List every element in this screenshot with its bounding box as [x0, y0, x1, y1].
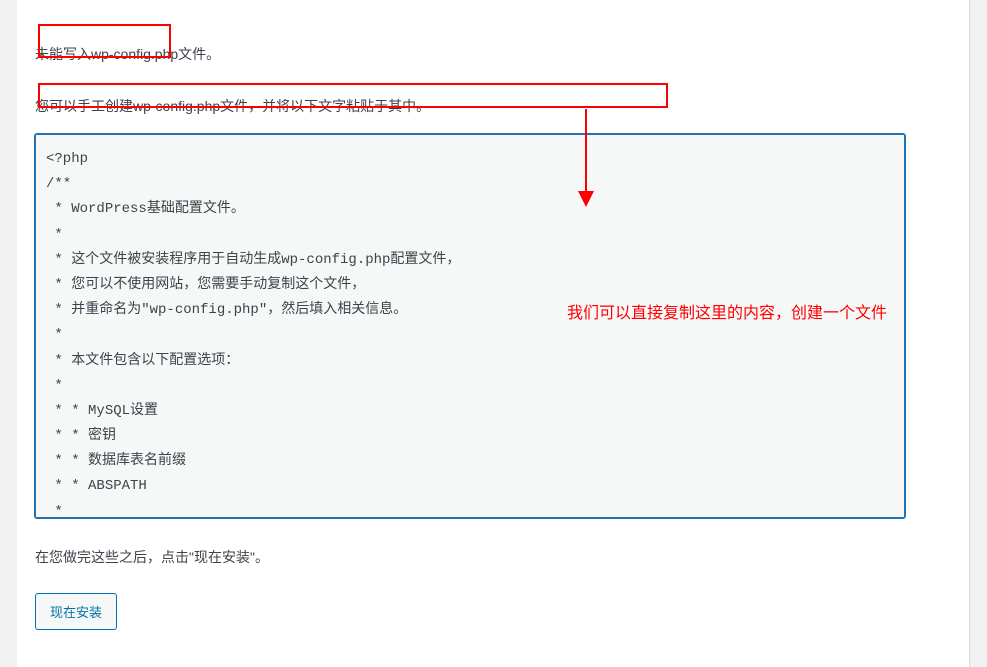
instruction-message: 您可以手工创建wp-config.php文件，并将以下文字粘贴于其中。	[35, 96, 951, 116]
config-code-textarea[interactable]	[35, 134, 905, 518]
install-now-button[interactable]: 现在安装	[35, 593, 117, 630]
error-message: 未能写入wp-config.php文件。	[35, 44, 951, 64]
install-page-container: 未能写入wp-config.php文件。 您可以手工创建wp-config.ph…	[17, 0, 970, 667]
after-instruction: 在您做完这些之后，点击"现在安装"。	[35, 547, 951, 567]
content-area: 未能写入wp-config.php文件。 您可以手工创建wp-config.ph…	[17, 0, 969, 650]
